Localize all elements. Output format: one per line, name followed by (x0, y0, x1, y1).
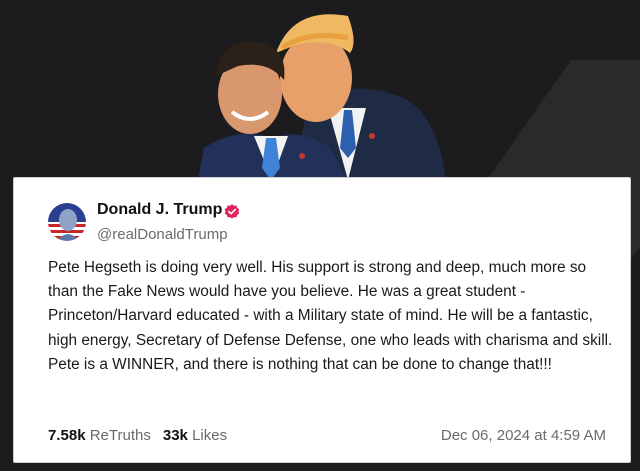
retruths-label: ReTruths (89, 427, 151, 444)
handle[interactable]: @realDonaldTrump (97, 226, 228, 243)
retruths-stat[interactable]: 7.58k ReTruths (48, 427, 151, 444)
timestamp[interactable]: Dec 06, 2024 at 4:59 AM (441, 427, 606, 444)
likes-count: 33k (162, 427, 188, 444)
avatar[interactable] (48, 203, 86, 241)
header-photo (198, 8, 448, 180)
likes-label: Likes (192, 427, 228, 444)
likes-stat[interactable]: 33k Likes (163, 427, 227, 444)
post-card: Donald J. Trump @realDonaldTrump Pete He… (13, 177, 631, 463)
retruths-count: 7.58k (48, 427, 86, 444)
display-name[interactable]: Donald J. Trump (97, 201, 222, 219)
post-body: Pete Hegseth is doing very well. His sup… (48, 259, 613, 373)
engagement-stats: 7.58k ReTruths 33k Likes (48, 427, 227, 444)
verified-badge-icon (223, 203, 241, 221)
